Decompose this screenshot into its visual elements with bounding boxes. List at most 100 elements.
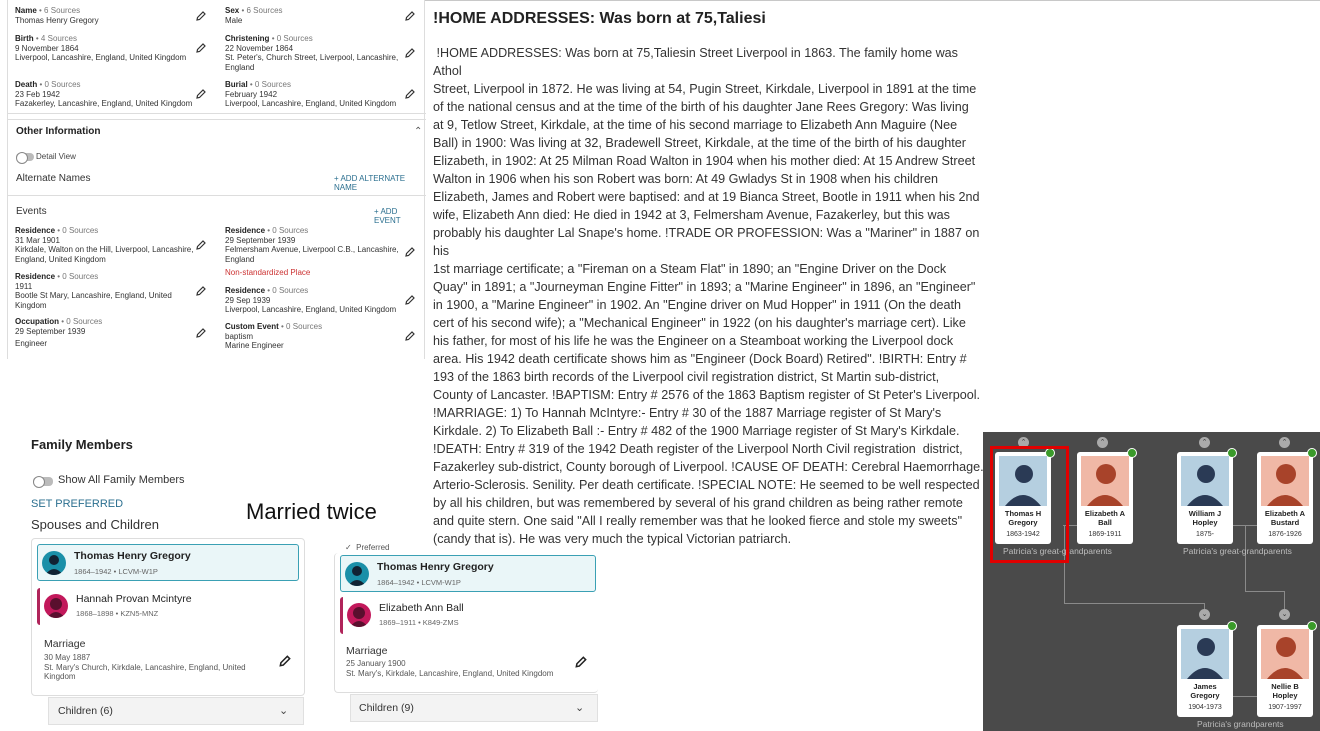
chevron-down-icon: ⌄ (279, 705, 289, 717)
fact-sources[interactable]: • 0 Sources (39, 80, 80, 89)
alternate-names-label: Alternate Names (16, 173, 91, 184)
fact-date: 29 September 1939 (225, 235, 296, 245)
edit-burial-pencil-icon[interactable] (404, 88, 416, 100)
family-card-1: Thomas Henry Gregory 1864–1942 • LCVM-W1… (31, 538, 305, 696)
children-expander-1[interactable]: Children (6) ⌄ (48, 697, 304, 725)
fact-sources[interactable]: • 0 Sources (250, 80, 291, 89)
wife-entry[interactable]: Elizabeth Ann Ball 1869–1911 • K849-ZMS (340, 597, 596, 634)
tree-surname: Hopley (1272, 690, 1298, 700)
edit-marriage-pencil-icon[interactable] (278, 654, 292, 668)
family-members-heading: Family Members (31, 437, 133, 452)
edit-death-pencil-icon[interactable] (195, 88, 207, 100)
fact-sources[interactable]: • 0 Sources (272, 34, 313, 43)
edit-event-pencil-icon[interactable] (404, 246, 416, 258)
expand-up-icon[interactable]: ⌃ (1097, 437, 1108, 448)
edit-birth-pencil-icon[interactable] (195, 42, 207, 54)
tree-surname: Hopley (1192, 517, 1218, 527)
add-alternate-name-button[interactable]: + ADD ALTERNATE NAME (334, 174, 424, 192)
edit-event-pencil-icon[interactable] (195, 285, 207, 297)
male-portrait-icon (1181, 456, 1229, 506)
husband-name[interactable]: Thomas Henry Gregory (74, 550, 191, 562)
fact-place: Liverpool, Lancashire, England, United K… (15, 53, 187, 62)
show-all-family-toggle[interactable] (33, 476, 53, 488)
tree-person-card[interactable]: James Gregory 1904-1973 (1177, 621, 1237, 717)
set-preferred-link[interactable]: SET PREFERRED (31, 498, 123, 510)
edit-event-pencil-icon[interactable] (195, 327, 207, 339)
fact-label: Christening (225, 34, 270, 43)
edit-christening-pencil-icon[interactable] (404, 47, 416, 59)
event-residence-sep-1939: Residence • 0 Sources 29 Sep 1939 Liverp… (225, 286, 396, 315)
wife-name[interactable]: Hannah Provan Mcintyre (76, 593, 192, 605)
fact-date: 22 November 1864 (225, 43, 294, 53)
husband-entry[interactable]: Thomas Henry Gregory 1864–1942 • LCVM-W1… (340, 555, 596, 592)
fact-birth: Birth • 4 Sources 9 November 1864 Liverp… (15, 34, 186, 63)
event-occupation: Occupation • 0 Sources 29 September 1939… (15, 317, 102, 349)
expand-down-icon[interactable]: ⌄ (1279, 609, 1290, 620)
collapse-chevron-up-icon[interactable]: ⌃ (414, 126, 422, 137)
event-custom-baptism: Custom Event • 0 Sources baptism Marine … (225, 322, 322, 351)
fact-sources[interactable]: • 6 Sources (39, 6, 80, 15)
fact-date: February 1942 (225, 89, 278, 99)
edit-name-pencil-icon[interactable] (195, 10, 207, 22)
wife-meta: 1868–1898 • KZN5-MNZ (76, 609, 159, 618)
expand-down-icon[interactable]: ⌄ (1199, 609, 1210, 620)
fact-place: Liverpool, Lancashire, England, United K… (225, 99, 397, 108)
tree-surname: Ball (1098, 517, 1112, 527)
edit-event-pencil-icon[interactable] (404, 330, 416, 342)
add-event-button[interactable]: + ADD EVENT (374, 207, 424, 225)
female-portrait-icon (1081, 456, 1129, 506)
fact-place-cont: Kingdom (15, 300, 47, 310)
generation-caption: Patricia's great-grandparents (1183, 546, 1292, 556)
fact-date: 29 Sep 1939 (225, 295, 271, 305)
fact-sex: Sex • 6 Sources Male (225, 6, 283, 25)
fact-sources[interactable]: • 0 Sources (61, 317, 102, 326)
fact-sources[interactable]: • 0 Sources (267, 286, 308, 295)
fact-label: Occupation (15, 317, 60, 326)
preferred-text: Preferred (356, 543, 390, 552)
children-expander-2[interactable]: Children (9) ⌄ (350, 694, 598, 722)
tree-person-card[interactable]: William J Hopley 1875- (1177, 448, 1237, 544)
husband-entry[interactable]: Thomas Henry Gregory 1864–1942 • LCVM-W1… (37, 544, 299, 581)
wife-name[interactable]: Elizabeth Ann Ball (379, 602, 464, 614)
wife-entry[interactable]: Hannah Provan Mcintyre 1868–1898 • KZN5-… (37, 588, 299, 625)
tree-person-dates: 1869-1911 (1088, 531, 1122, 538)
fact-sources[interactable]: • 0 Sources (281, 322, 322, 331)
tree-person-dates: 1907-1997 (1268, 704, 1302, 711)
detail-view-toggle[interactable] (16, 152, 34, 164)
edit-sex-pencil-icon[interactable] (404, 10, 416, 22)
edit-event-pencil-icon[interactable] (195, 239, 207, 251)
tree-person-name: James Gregory (1177, 682, 1233, 700)
fact-date: 29 September 1939 (15, 326, 86, 336)
fact-burial: Burial • 0 Sources February 1942 Liverpo… (225, 80, 396, 109)
fact-sources[interactable]: • 4 Sources (36, 34, 77, 43)
expand-up-icon[interactable]: ⌃ (1199, 437, 1210, 448)
fact-label: Name (15, 6, 37, 15)
marriage-details: 25 January 1900 St. Mary's, Kirkdale, La… (346, 659, 553, 678)
fact-date: 1911 (15, 281, 33, 291)
fact-place-cont: England (225, 254, 255, 264)
show-all-family-label: Show All Family Members (58, 474, 185, 486)
tree-person-card[interactable]: Elizabeth A Bustard 1876-1926 (1257, 448, 1317, 544)
male-avatar-icon (42, 551, 66, 575)
fact-place-cont: England (225, 62, 255, 72)
fact-place: Felmersham Avenue, Liverpool C.B., Lanca… (225, 245, 399, 254)
fact-sources[interactable]: • 0 Sources (57, 272, 98, 281)
fact-death: Death • 0 Sources 23 Feb 1942 Fazakerley… (15, 80, 192, 109)
fact-sources[interactable]: • 0 Sources (267, 226, 308, 235)
fact-value: Thomas Henry Gregory (15, 15, 99, 25)
couple-line (1233, 696, 1257, 697)
descent-line (1245, 525, 1246, 591)
husband-meta: 1864–1942 • LCVM-W1P (74, 567, 158, 576)
fact-sources[interactable]: • 6 Sources (241, 6, 282, 15)
fact-date: 31 Mar 1901 (15, 235, 60, 245)
edit-marriage-pencil-icon[interactable] (574, 655, 588, 669)
fact-sources[interactable]: • 0 Sources (57, 226, 98, 235)
edit-event-pencil-icon[interactable] (404, 294, 416, 306)
tree-person-dates: 1875- (1196, 531, 1214, 538)
tree-person-card[interactable]: Nellie B Hopley 1907-1997 (1257, 621, 1317, 717)
tree-person-card[interactable]: Elizabeth A Ball 1869-1911 (1077, 448, 1137, 544)
married-twice-annotation: Married twice (246, 499, 377, 524)
top-rule (425, 0, 1320, 1)
husband-name[interactable]: Thomas Henry Gregory (377, 561, 494, 573)
expand-up-icon[interactable]: ⌃ (1279, 437, 1290, 448)
